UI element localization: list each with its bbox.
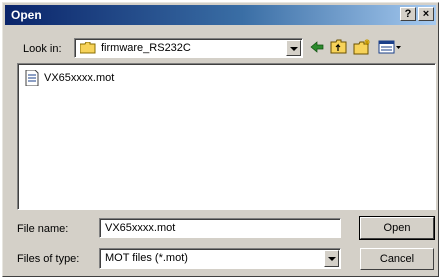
file-name-input[interactable]: VX65xxxx.mot (99, 218, 341, 238)
open-button[interactable]: Open (359, 216, 435, 240)
view-menu-icon[interactable] (378, 39, 402, 55)
files-of-type-dropdown-arrow[interactable] (324, 250, 339, 267)
file-name-label: File name: (17, 223, 69, 235)
file-name-value: VX65xxxx.mot (105, 222, 176, 234)
file-list[interactable]: VX65xxxx.mot (17, 63, 436, 210)
window-title: Open (11, 8, 42, 22)
up-folder-icon[interactable] (330, 39, 348, 55)
open-dialog: Open ? × Look in: firmware_RS232C VX65xx… (2, 2, 439, 277)
folder-icon (80, 42, 96, 54)
back-arrow-icon[interactable] (308, 39, 326, 55)
new-folder-icon[interactable] (353, 39, 371, 55)
look-in-dropdown-arrow[interactable] (286, 40, 301, 56)
file-name-text: VX65xxxx.mot (44, 72, 115, 84)
files-of-type-value: MOT files (*.mot) (105, 252, 188, 264)
cancel-button[interactable]: Cancel (360, 248, 434, 270)
close-button[interactable]: × (418, 7, 434, 21)
files-of-type-label: Files of type: (17, 253, 80, 265)
look-in-label: Look in: (23, 43, 62, 55)
file-icon (25, 70, 39, 86)
look-in-combo[interactable]: firmware_RS232C (74, 38, 303, 58)
files-of-type-combo[interactable]: MOT files (*.mot) (99, 248, 341, 269)
help-button[interactable]: ? (400, 7, 416, 21)
look-in-value: firmware_RS232C (101, 42, 191, 54)
title-bar[interactable]: Open ? × (5, 5, 436, 25)
